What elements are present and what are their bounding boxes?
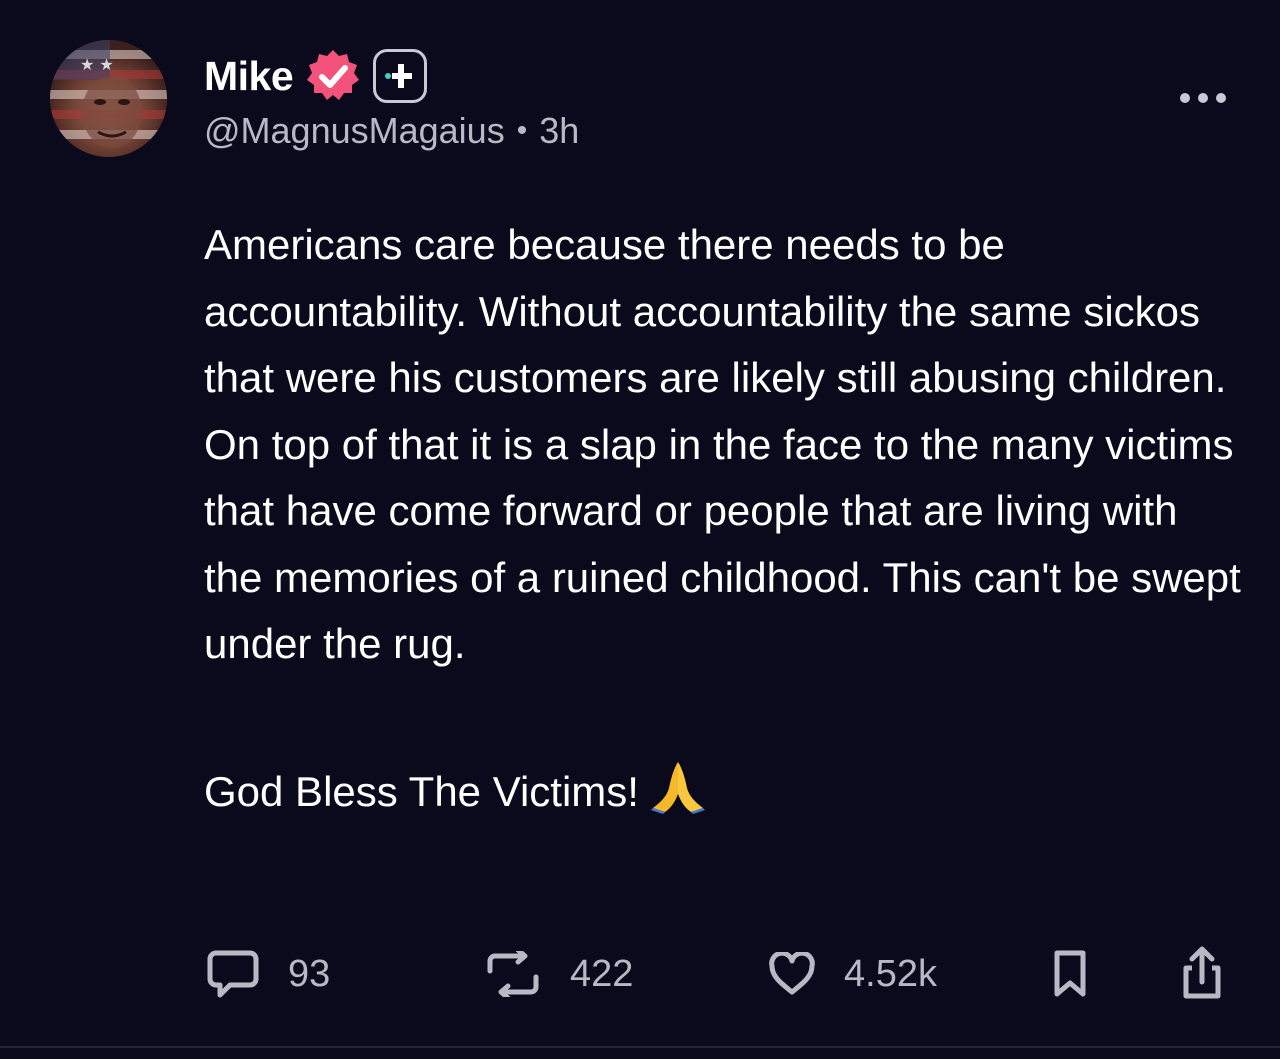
- avatar[interactable]: ★ ★: [50, 40, 167, 157]
- more-dots-icon: [1198, 93, 1208, 103]
- folded-hands-emoji-icon: [649, 758, 707, 814]
- speech-bubble-icon: [206, 949, 260, 999]
- more-dots-icon: [1216, 93, 1226, 103]
- reply-count: 93: [288, 952, 331, 995]
- verified-badge-icon: [305, 48, 361, 104]
- action-bar: 93 422 4.52k: [0, 946, 1280, 1002]
- handle-row: @MagnusMagaius • 3h: [204, 110, 579, 152]
- timestamp[interactable]: 3h: [539, 110, 579, 152]
- post-paragraph: God Bless The Victims!: [204, 767, 639, 815]
- more-options-button[interactable]: [1180, 86, 1226, 110]
- repost-count: 422: [570, 952, 634, 995]
- plus-badge-icon: [373, 49, 428, 103]
- handle[interactable]: @MagnusMagaius: [204, 110, 505, 152]
- heart-icon: [768, 952, 816, 996]
- reply-button[interactable]: 93: [206, 946, 330, 1002]
- post-body: Americans care because there needs to be…: [204, 212, 1244, 825]
- share-button[interactable]: [1178, 946, 1226, 1002]
- post-paragraph: Americans care because there needs to be…: [204, 221, 1241, 667]
- share-icon: [1178, 946, 1226, 1002]
- post[interactable]: ★ ★ Mike @MagnusMagaius • 3h Americans c…: [0, 0, 1280, 1046]
- post-paragraph-closing: God Bless The Victims!: [204, 758, 1244, 826]
- separator-dot: •: [516, 114, 528, 147]
- bookmark-button[interactable]: [1052, 946, 1088, 1002]
- divider: [0, 1046, 1280, 1048]
- repost-arrows-icon: [484, 951, 542, 997]
- svg-text:★ ★: ★ ★: [80, 55, 114, 74]
- like-button[interactable]: 4.52k: [768, 946, 937, 1002]
- repost-button[interactable]: 422: [484, 946, 633, 1002]
- like-count: 4.52k: [844, 952, 937, 995]
- bookmark-icon: [1052, 949, 1088, 999]
- more-dots-icon: [1180, 93, 1190, 103]
- name-row: Mike: [204, 48, 579, 104]
- post-header: Mike @MagnusMagaius • 3h: [204, 48, 579, 152]
- display-name[interactable]: Mike: [204, 53, 294, 100]
